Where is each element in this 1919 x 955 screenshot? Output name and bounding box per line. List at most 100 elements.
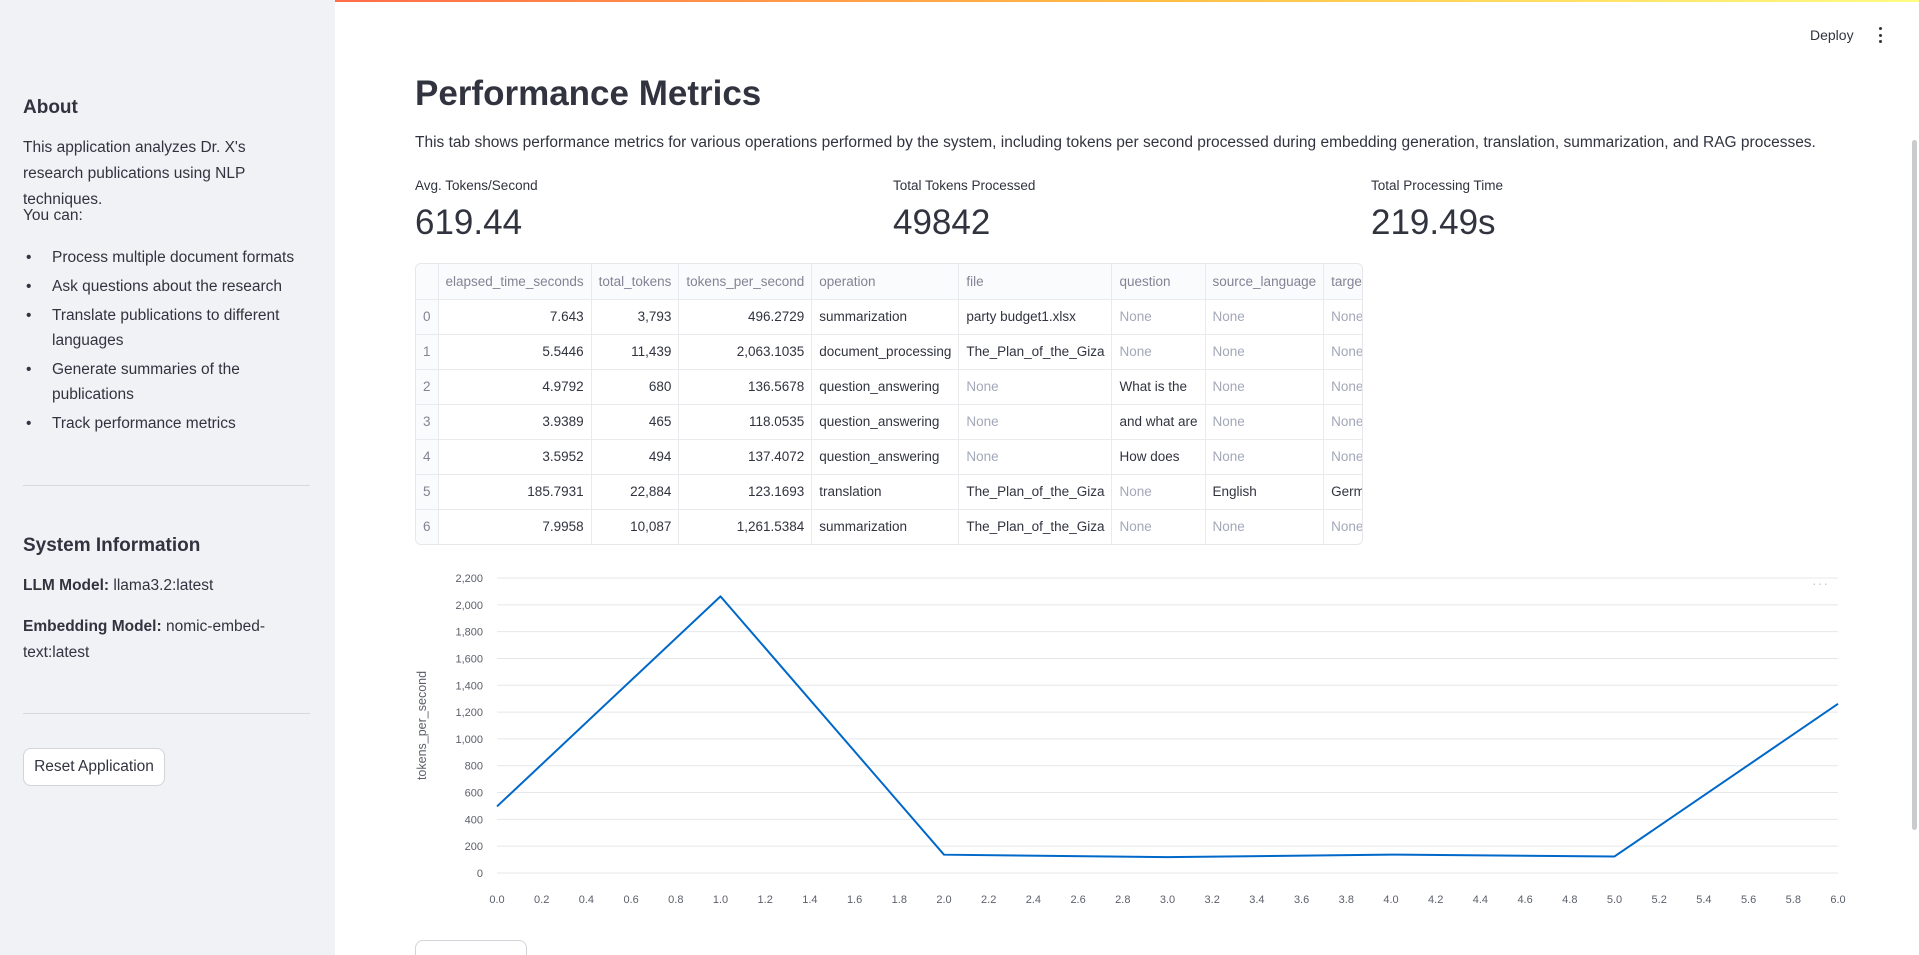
x-tick-label: 2.2	[981, 894, 996, 905]
deploy-button[interactable]: Deploy	[1810, 27, 1854, 43]
main-menu-icon[interactable]	[1876, 27, 1884, 43]
table-cell[interactable]: None	[1205, 334, 1325, 370]
table-cell[interactable]: None	[1205, 439, 1325, 475]
column-header[interactable]: target_language	[1323, 264, 1362, 300]
tokens-per-second-chart[interactable]: 0 200 400 600 800 1,000 1,200 1,400 1,600 1,800 2,…	[405, 565, 1855, 906]
table-cell[interactable]: None	[958, 439, 1113, 475]
table-cell[interactable]: 136.5678	[678, 369, 813, 405]
table-cell[interactable]: translation	[811, 474, 960, 510]
table-row[interactable]: 1 5.5446 11,439 2,063.1035 document_processi…	[416, 334, 1362, 370]
table-cell[interactable]: 3.9389	[438, 404, 592, 440]
table-row[interactable]: 3 3.9389 465 118.0535 question_answering None…	[416, 404, 1362, 440]
y-tick-label: 200	[465, 841, 483, 853]
performance-dataframe[interactable]: elapsed_time_seconds total_tokens tokens…	[415, 263, 1363, 545]
row-index[interactable]: 1	[416, 334, 439, 370]
column-header[interactable]: source_language	[1205, 264, 1325, 300]
table-cell[interactable]: 7.9958	[438, 509, 592, 544]
table-cell[interactable]: 3.5952	[438, 439, 592, 475]
table-cell[interactable]: None	[1111, 474, 1206, 510]
table-row[interactable]: 6 7.9958 10,087 1,261.5384 summarization The_…	[416, 509, 1362, 544]
column-header[interactable]: operation	[811, 264, 960, 300]
llm-model-info: LLM Model: llama3.2:latest	[23, 573, 213, 599]
column-header[interactable]: tokens_per_second	[678, 264, 813, 300]
table-cell[interactable]: English	[1205, 474, 1325, 510]
table-cell[interactable]: 118.0535	[678, 404, 813, 440]
sidebar: About This application analyzes Dr. X's …	[0, 0, 335, 955]
table-cell[interactable]: 1,261.5384	[678, 509, 813, 544]
table-cell[interactable]: summarization	[811, 299, 960, 335]
table-cell[interactable]: None	[1323, 509, 1362, 544]
table-row[interactable]: 5 185.7931 22,884 123.1693 translation The_Pl…	[416, 474, 1362, 510]
table-cell[interactable]: How does	[1111, 439, 1206, 475]
table-cell[interactable]: and what are	[1111, 404, 1206, 440]
table-cell[interactable]: question_answering	[811, 369, 960, 405]
table-cell[interactable]: 10,087	[591, 509, 680, 544]
reset-application-button[interactable]: Reset Application	[23, 748, 165, 786]
table-row[interactable]: 4 3.5952 494 137.4072 question_answering None…	[416, 439, 1362, 475]
table-cell[interactable]: None	[1111, 334, 1206, 370]
table-cell[interactable]: 4.9792	[438, 369, 592, 405]
table-cell[interactable]: 185.7931	[438, 474, 592, 510]
table-cell[interactable]: 123.1693	[678, 474, 813, 510]
x-tick-label: 0.2	[534, 894, 549, 905]
table-cell[interactable]: None	[1111, 299, 1206, 335]
table-cell[interactable]: question_answering	[811, 439, 960, 475]
row-index[interactable]: 2	[416, 369, 439, 405]
column-header[interactable]: elapsed_time_seconds	[438, 264, 592, 300]
table-cell[interactable]: None	[958, 404, 1113, 440]
table-cell[interactable]: 680	[591, 369, 680, 405]
table-cell[interactable]: document_processing	[811, 334, 960, 370]
table-cell[interactable]: 11,439	[591, 334, 680, 370]
table-cell[interactable]: 465	[591, 404, 680, 440]
column-header[interactable]: total_tokens	[591, 264, 680, 300]
table-cell[interactable]: party budget1.xlsx	[958, 299, 1113, 335]
table-cell[interactable]: The_Plan_of_the_Giza	[958, 509, 1113, 544]
table-cell[interactable]: 137.4072	[678, 439, 813, 475]
table-cell[interactable]: None	[1111, 509, 1206, 544]
table-cell[interactable]: question_answering	[811, 404, 960, 440]
table-row[interactable]: 2 4.9792 680 136.5678 question_answering None…	[416, 369, 1362, 405]
table-cell[interactable]: 494	[591, 439, 680, 475]
column-header[interactable]: question	[1111, 264, 1206, 300]
table-cell[interactable]: The_Plan_of_the_Giza	[958, 474, 1113, 510]
chart-more-icon[interactable]: ···	[1812, 575, 1829, 591]
row-index[interactable]: 6	[416, 509, 439, 544]
metric-avg-tokens-per-second: Avg. Tokens/Second 619.44	[415, 178, 538, 243]
row-index[interactable]: 4	[416, 439, 439, 475]
table-cell[interactable]: None	[1323, 404, 1362, 440]
table-cell[interactable]: The_Plan_of_the_Giza	[958, 334, 1113, 370]
table-cell[interactable]: 5.5446	[438, 334, 592, 370]
table-cell[interactable]: None	[1323, 439, 1362, 475]
row-index[interactable]: 3	[416, 404, 439, 440]
divider	[23, 713, 310, 714]
table-cell[interactable]: None	[1205, 299, 1325, 335]
column-header[interactable]	[416, 264, 439, 300]
table-cell[interactable]: None	[1323, 369, 1362, 405]
row-index[interactable]: 0	[416, 299, 439, 335]
scrollbar[interactable]	[1912, 140, 1917, 830]
table-cell[interactable]: None	[1323, 334, 1362, 370]
table-cell[interactable]: 3,793	[591, 299, 680, 335]
table-cell[interactable]: None	[1205, 509, 1325, 544]
table-cell[interactable]: None	[1205, 369, 1325, 405]
table-row[interactable]: 0 7.643 3,793 496.2729 summarization party bu…	[416, 299, 1362, 335]
x-tick-label: 6.0	[1830, 894, 1845, 905]
table-cell[interactable]: 7.643	[438, 299, 592, 335]
list-item: • Track performance metrics	[26, 415, 236, 432]
metric-label: Total Processing Time	[1371, 178, 1504, 193]
table-cell[interactable]: 2,063.1035	[678, 334, 813, 370]
table-cell[interactable]: What is the	[1111, 369, 1206, 405]
table-cell[interactable]: 496.2729	[678, 299, 813, 335]
y-tick-label: 1,200	[455, 707, 483, 719]
list-item: • Process multiple document formats	[26, 249, 295, 266]
table-cell[interactable]: summarization	[811, 509, 960, 544]
table-cell[interactable]: None	[1323, 299, 1362, 335]
column-header[interactable]: file	[958, 264, 1113, 300]
partial-button[interactable]	[415, 940, 527, 955]
table-cell[interactable]: German	[1323, 474, 1362, 510]
table-cell[interactable]: None	[958, 369, 1113, 405]
table-cell[interactable]: None	[1205, 404, 1325, 440]
table-cell[interactable]: 22,884	[591, 474, 680, 510]
x-tick-label: 1.4	[802, 894, 817, 905]
row-index[interactable]: 5	[416, 474, 439, 510]
